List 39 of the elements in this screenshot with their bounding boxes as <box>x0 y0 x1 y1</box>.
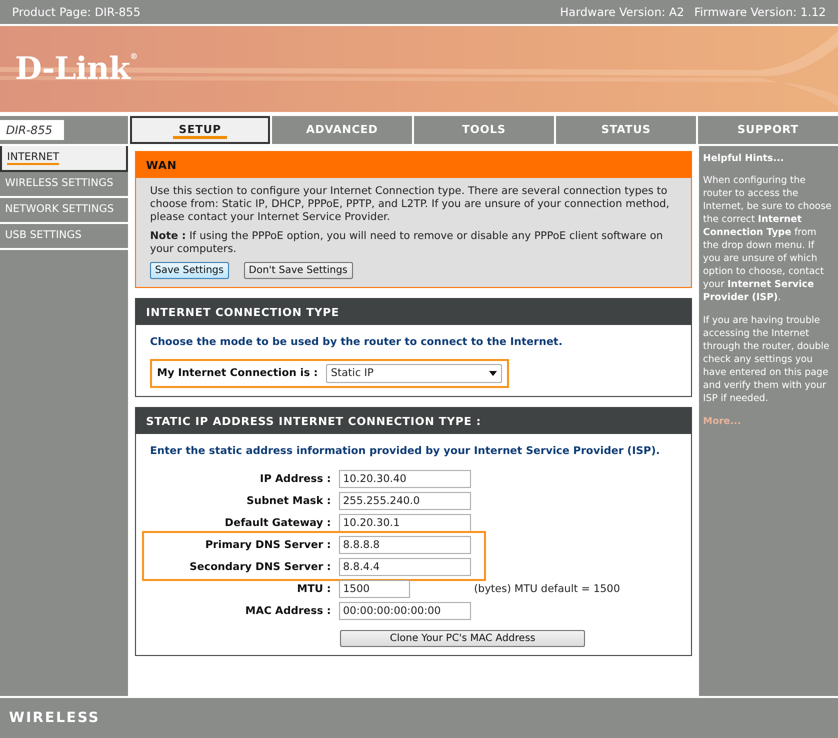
model-badge: DIR-855 <box>0 120 64 140</box>
text-field[interactable]: 10.20.30.40 <box>339 470 471 488</box>
hints-title: Helpful Hints... <box>703 152 785 165</box>
field-label: Secondary DNS Server : <box>188 560 331 574</box>
prompt-text: Choose the mode to be used by the router to connect to the Internet. <box>150 336 564 349</box>
wireless-logo: WIRELESS <box>9 710 100 726</box>
hint-text: If you are having trouble accessing the Internet through the router, double check any settings you have entered on this page and verify them with your ISP if needed. <box>703 314 830 405</box>
hardware-version-text: Hardware Version: A2 <box>560 5 684 19</box>
field-label: IP Address : <box>258 472 331 486</box>
caret-icon <box>488 371 497 376</box>
text-field[interactable]: 8.8.4.4 <box>339 558 471 576</box>
text-field[interactable]: 255.255.240.0 <box>339 492 471 510</box>
field-label: My Internet Connection is : <box>157 367 318 380</box>
sidebar-item[interactable]: INTERNET <box>0 146 128 172</box>
card-title: STATIC IP ADDRESS INTERNET CONNECTION TYPE : <box>136 408 691 434</box>
prompt-text: Enter the static address information provided by your Internet Service Provider (ISP). <box>150 445 661 458</box>
field-label: Default Gateway : <box>224 516 331 530</box>
connection-select[interactable]: Static IP <box>326 364 502 383</box>
text-field[interactable]: 10.20.30.1 <box>339 514 471 532</box>
text-field[interactable]: 00:00:00:00:00:00 <box>339 602 471 620</box>
card-title: INTERNET CONNECTION TYPE <box>136 299 691 325</box>
settings-button[interactable]: Don't Save Settings <box>244 262 352 279</box>
note-text: Note : If using the PPPoE option, you will need to remove or disable any PPPoE client software on your computers. <box>150 230 664 256</box>
card-title: WAN <box>136 152 691 178</box>
field-label: Subnet Mask : <box>246 494 331 508</box>
field-label: Primary DNS Server : <box>204 538 331 552</box>
settings-button[interactable]: Save Settings <box>150 262 229 279</box>
clone-mac-button[interactable]: Clone Your PC's MAC Address <box>340 630 586 647</box>
field-label: MAC Address : <box>244 604 331 618</box>
text-field[interactable]: 1500 <box>339 580 410 598</box>
field-hint: (bytes) MTU default = 1500 <box>474 582 622 596</box>
logo: D-Link$^{®}$ <box>15 51 138 87</box>
nav-tab[interactable]: SETUP <box>130 116 270 144</box>
text-field[interactable]: 8.8.8.8 <box>339 536 471 554</box>
hint-text: When configuring the router to access the Internet, be sure to choose the correct Internet Connection Type from the drop down menu. If you are unsure of which option to choose, contact your Internet Service Provider (ISP). <box>703 174 832 304</box>
intro-text: Use this section to configure your Internet Connection type. There are several connection types to choose from: Static IP, DHCP, PPPoE, PPTP, and L2TP. If you are unsure of your connection method, please contact your Internet Service Provider. <box>150 185 670 224</box>
field-label: MTU : <box>296 582 331 596</box>
firmware-version-text: Firmware Version: 1.12 <box>694 5 826 19</box>
product-page-text: Product Page: DIR-855 <box>12 5 141 19</box>
